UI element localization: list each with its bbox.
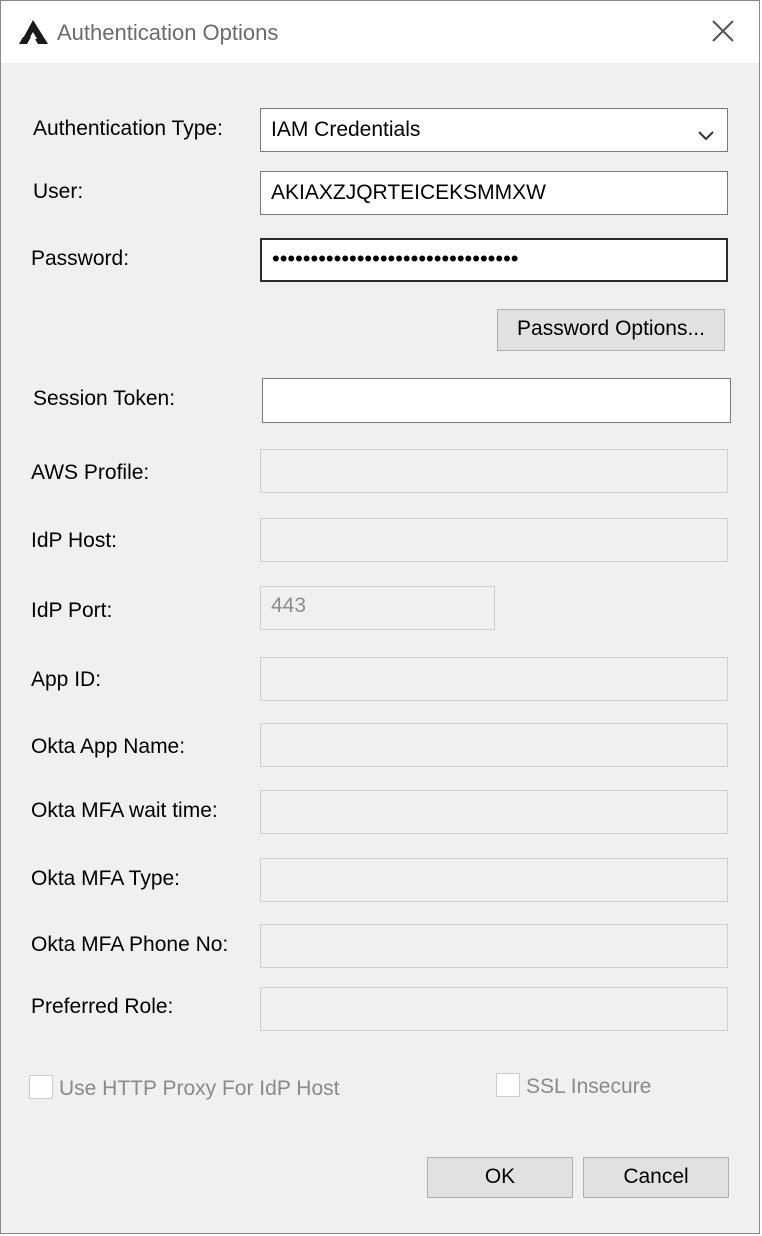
idp-port-input[interactable]: 443: [260, 586, 495, 630]
okta-mfa-wait-input[interactable]: [260, 790, 728, 834]
aws-profile-input[interactable]: [260, 449, 728, 493]
auth-type-select[interactable]: IAM Credentials: [260, 108, 728, 152]
okta-app-name-input[interactable]: [260, 723, 728, 767]
okta-mfa-type-label: Okta MFA Type:: [31, 867, 181, 890]
user-label: User:: [33, 180, 84, 203]
app-id-label: App ID:: [31, 668, 102, 691]
session-token-input[interactable]: [262, 378, 731, 423]
cancel-button[interactable]: Cancel: [583, 1157, 729, 1198]
ok-button[interactable]: OK: [427, 1157, 573, 1198]
ssl-insecure-checkbox[interactable]: [496, 1073, 520, 1097]
auth-type-value: IAM Credentials: [271, 118, 421, 141]
password-label: Password:: [31, 247, 130, 270]
authentication-options-dialog: Authentication Options Authentication Ty…: [0, 0, 760, 1234]
preferred-role-input[interactable]: [260, 987, 728, 1031]
okta-mfa-phone-input[interactable]: [260, 924, 728, 968]
app-id-input[interactable]: [260, 657, 728, 701]
idp-host-input[interactable]: [260, 518, 728, 562]
idp-host-label: IdP Host:: [31, 529, 117, 552]
okta-mfa-phone-label: Okta MFA Phone No:: [31, 933, 229, 956]
window-title: Authentication Options: [57, 20, 279, 45]
chevron-down-icon: [697, 123, 715, 141]
use-http-proxy-label: Use HTTP Proxy For IdP Host: [59, 1077, 340, 1100]
password-options-button[interactable]: Password Options...: [497, 309, 725, 351]
auth-type-label: Authentication Type:: [33, 117, 223, 140]
preferred-role-label: Preferred Role:: [31, 995, 174, 1018]
close-icon[interactable]: [707, 15, 739, 47]
okta-mfa-type-input[interactable]: [260, 858, 728, 902]
ssl-insecure-label: SSL Insecure: [526, 1075, 652, 1098]
okta-mfa-wait-label: Okta MFA wait time:: [31, 799, 218, 822]
aws-profile-label: AWS Profile:: [31, 461, 150, 484]
user-input[interactable]: AKIAXZJQRTEICEKSMMXW: [260, 171, 728, 215]
password-input[interactable]: ••••••••••••••••••••••••••••••••: [260, 238, 728, 282]
idp-port-label: IdP Port:: [31, 599, 113, 622]
app-logo-icon: [19, 19, 51, 45]
use-http-proxy-checkbox[interactable]: [29, 1075, 53, 1099]
title-bar: Authentication Options: [1, 1, 759, 63]
okta-app-name-label: Okta App Name:: [31, 735, 186, 758]
session-token-label: Session Token:: [33, 387, 176, 410]
